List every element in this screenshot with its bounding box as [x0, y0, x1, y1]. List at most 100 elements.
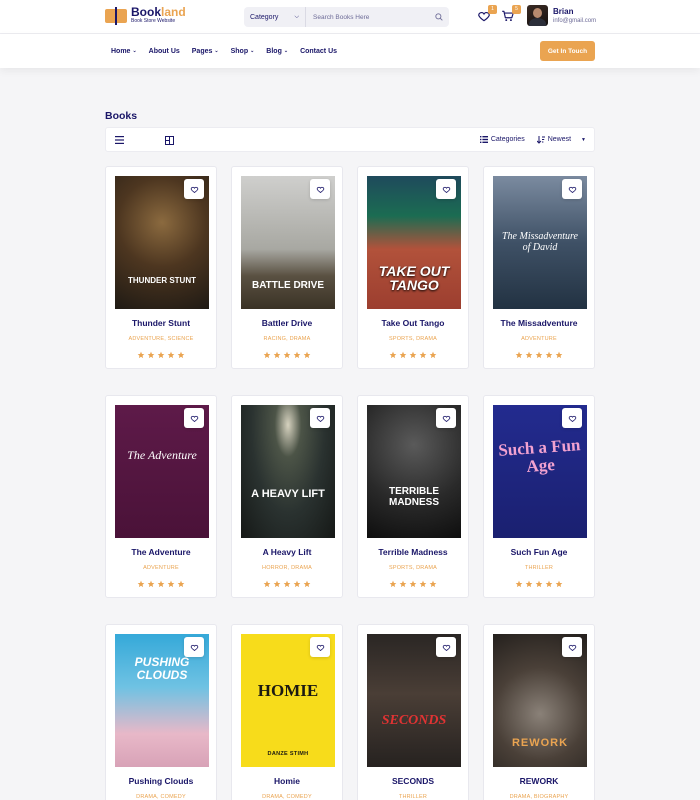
star-icon — [167, 346, 175, 359]
search-bar: Category ⌵ — [244, 7, 449, 27]
heart-icon — [316, 644, 324, 651]
book-card[interactable]: The Adventure The Adventure ADVENTURE — [105, 395, 217, 598]
book-genre: DRAMA, BIOGRAPHY — [509, 794, 569, 800]
search-input[interactable] — [306, 7, 429, 27]
book-title[interactable]: Battler Drive — [232, 318, 342, 328]
cart-button[interactable]: 5 — [501, 5, 521, 25]
book-card[interactable]: BATTLE DRIVE Battler Drive RACING, DRAMA — [231, 166, 343, 369]
wishlist-toggle[interactable] — [184, 408, 204, 428]
wishlist-toggle[interactable] — [436, 179, 456, 199]
sort-label: Newest — [547, 136, 572, 143]
star-icon — [293, 575, 301, 588]
book-genre: ADVENTURE — [143, 565, 179, 571]
wishlist-button[interactable]: 1 — [477, 5, 497, 25]
star-icon — [535, 575, 543, 588]
wishlist-toggle[interactable] — [184, 637, 204, 657]
star-icon — [273, 346, 281, 359]
heart-icon — [316, 186, 324, 193]
book-genre: SPORTS, DRAMA — [388, 565, 438, 571]
star-icon — [389, 575, 397, 588]
book-genre: RACING, DRAMA — [263, 336, 311, 342]
wishlist-toggle[interactable] — [436, 637, 456, 657]
star-icon — [273, 575, 281, 588]
chevron-down-icon: ⌄ — [283, 48, 289, 54]
search-icon[interactable] — [429, 7, 449, 27]
star-icon — [545, 346, 553, 359]
book-card[interactable]: PUSHING CLOUDS Pushing Clouds DRAMA, COM… — [105, 624, 217, 800]
book-genre: DRAMA, COMEDY — [262, 794, 312, 800]
wishlist-toggle[interactable] — [562, 408, 582, 428]
column-view-button[interactable] — [163, 134, 175, 146]
top-header: Bookland Book Store Website Category ⌵ 1… — [0, 0, 700, 34]
star-icon — [515, 346, 523, 359]
book-title[interactable]: Such Fun Age — [484, 547, 594, 557]
star-icon — [429, 346, 437, 359]
book-title[interactable]: Take Out Tango — [358, 318, 468, 328]
user-profile[interactable]: Brian info@gmail.com — [527, 5, 596, 26]
wishlist-toggle[interactable] — [310, 408, 330, 428]
star-icon — [157, 575, 165, 588]
star-icon — [389, 346, 397, 359]
get-in-touch-button[interactable]: Get In Touch — [540, 41, 595, 61]
book-title[interactable]: REWORK — [484, 776, 594, 786]
category-select[interactable]: Category ⌵ — [244, 7, 306, 27]
nav-item-blog[interactable]: Blog ⌄ — [266, 48, 288, 55]
wishlist-toggle[interactable] — [310, 637, 330, 657]
nav-item-shop[interactable]: Shop ⌄ — [231, 48, 255, 55]
star-icon — [167, 575, 175, 588]
star-icon — [157, 346, 165, 359]
book-card[interactable]: The Missadventure of David The Missadven… — [483, 166, 595, 369]
star-icon — [429, 575, 437, 588]
wishlist-toggle[interactable] — [436, 408, 456, 428]
book-title[interactable]: Homie — [232, 776, 342, 786]
star-icon — [263, 575, 271, 588]
book-genre: HORROR, DRAMA — [262, 565, 312, 571]
star-rating — [232, 575, 342, 588]
cart-count-badge: 5 — [512, 5, 521, 14]
book-card[interactable]: A HEAVY LIFT A Heavy Lift HORROR, DRAMA — [231, 395, 343, 598]
wishlist-toggle[interactable] — [310, 179, 330, 199]
book-title[interactable]: The Adventure — [106, 547, 216, 557]
categories-filter[interactable]: Categories — [479, 136, 525, 143]
book-card[interactable]: TAKE OUT TANGO Take Out Tango SPORTS, DR… — [357, 166, 469, 369]
star-icon — [137, 575, 145, 588]
nav-item-home[interactable]: Home ⌄ — [111, 48, 137, 55]
book-title[interactable]: SECONDS — [358, 776, 468, 786]
book-card[interactable]: REWORK REWORK DRAMA, BIOGRAPHY — [483, 624, 595, 800]
star-rating — [358, 346, 468, 359]
columns-icon — [164, 135, 174, 145]
book-card[interactable]: Such a Fun Age Such Fun Age THRILLER — [483, 395, 595, 598]
book-card[interactable]: HOMIE DANZE STIMH Homie DRAMA, COMEDY — [231, 624, 343, 800]
wishlist-toggle[interactable] — [184, 179, 204, 199]
nav-item-pages[interactable]: Pages ⌄ — [192, 48, 219, 55]
nav-item-contact-us[interactable]: Contact Us — [300, 48, 337, 55]
list-bullet-icon — [479, 136, 488, 143]
heart-icon — [190, 644, 198, 651]
star-icon — [177, 346, 185, 359]
heart-icon — [442, 415, 450, 422]
star-icon — [399, 346, 407, 359]
chevron-down-icon: ⌄ — [132, 48, 137, 54]
book-card[interactable]: THUNDER STUNT Thunder Stunt ADVENTURE, S… — [105, 166, 217, 369]
book-card[interactable]: SECONDS SECONDS THRILLER — [357, 624, 469, 800]
heart-icon — [190, 415, 198, 422]
book-genre: THRILLER — [398, 794, 428, 800]
book-title[interactable]: Terrible Madness — [358, 547, 468, 557]
sort-dropdown[interactable]: Newest ▼ — [536, 135, 586, 144]
wishlist-toggle[interactable] — [562, 179, 582, 199]
star-icon — [283, 346, 291, 359]
user-name: Brian — [553, 6, 574, 16]
site-logo[interactable]: Bookland Book Store Website — [105, 6, 186, 25]
page-title: Books — [105, 110, 138, 122]
book-title[interactable]: A Heavy Lift — [232, 547, 342, 557]
book-card[interactable]: TERRIBLE MADNESS Terrible Madness SPORTS… — [357, 395, 469, 598]
list-view-button[interactable] — [113, 134, 125, 146]
star-rating — [484, 575, 594, 588]
wishlist-toggle[interactable] — [562, 637, 582, 657]
star-rating — [106, 575, 216, 588]
book-genre: SPORTS, DRAMA — [388, 336, 438, 342]
book-title[interactable]: Thunder Stunt — [106, 318, 216, 328]
nav-item-about-us[interactable]: About Us — [149, 48, 180, 55]
book-title[interactable]: Pushing Clouds — [106, 776, 216, 786]
book-title[interactable]: The Missadventure — [484, 318, 594, 328]
